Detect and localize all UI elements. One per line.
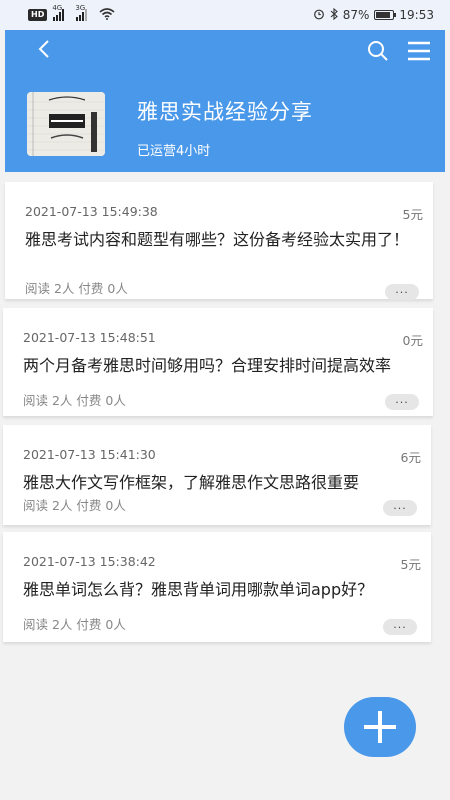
channel-header: 雅思实战经验分享 已运营4小时 xyxy=(5,30,445,172)
post-title: 雅思单词怎么背？雅思背单词用哪款单词app好？ xyxy=(23,580,374,599)
plus-icon xyxy=(364,711,396,743)
channel-cover-image xyxy=(27,92,105,156)
menu-button[interactable] xyxy=(405,38,433,64)
channel-name: 雅思实战经验分享 xyxy=(137,100,313,124)
more-options-button[interactable]: ··· xyxy=(383,619,417,635)
post-title: 两个月备考雅思时间够用吗？合理安排时间提高效率 xyxy=(23,356,392,375)
more-options-button[interactable]: ··· xyxy=(385,394,419,410)
post-meta: 阅读 2人 付费 0人 xyxy=(23,393,126,408)
clock: 19:53 xyxy=(399,8,434,22)
add-post-button[interactable] xyxy=(344,697,416,757)
post-time: 2021-07-13 15:41:30 xyxy=(23,447,156,462)
channel-running-time: 已运营4小时 xyxy=(137,144,211,159)
post-time: 2021-07-13 15:48:51 xyxy=(23,330,156,345)
more-options-button[interactable]: ··· xyxy=(385,284,419,300)
post-meta: 阅读 2人 付费 0人 xyxy=(25,281,128,296)
signal-icon: 4G xyxy=(52,4,65,21)
menu-icon xyxy=(408,41,430,61)
sim2-label: 3G xyxy=(75,4,86,12)
post-meta: 阅读 2人 付费 0人 xyxy=(23,617,126,632)
post-card[interactable]: 2021-07-13 15:38:42 5元 雅思单词怎么背？雅思背单词用哪款单… xyxy=(3,532,431,642)
bluetooth-icon xyxy=(330,7,338,23)
status-right: 87% 19:53 xyxy=(313,7,434,23)
status-bar: HD 4G 3G 87% 19:53 xyxy=(0,0,450,30)
sim1-label: 4G xyxy=(52,4,63,12)
battery-icon xyxy=(374,10,397,20)
search-icon xyxy=(368,41,388,61)
post-meta: 阅读 2人 付费 0人 xyxy=(23,498,126,513)
alarm-icon xyxy=(313,8,325,23)
more-options-button[interactable]: ··· xyxy=(383,500,417,516)
wifi-icon xyxy=(99,7,115,23)
signal-icon-2: 3G xyxy=(75,4,88,21)
back-button[interactable] xyxy=(29,34,59,64)
battery-percent: 87% xyxy=(342,8,370,22)
post-price: 0元 xyxy=(402,333,423,348)
post-title: 雅思大作文写作框架，了解雅思作文思路很重要 xyxy=(23,473,360,492)
post-card[interactable]: 2021-07-13 15:41:30 6元 雅思大作文写作框架，了解雅思作文思… xyxy=(3,425,431,525)
post-title: 雅思考试内容和题型有哪些？这份备考经验太实用了！ xyxy=(25,230,410,249)
post-card[interactable]: 2021-07-13 15:49:38 5元 雅思考试内容和题型有哪些？这份备考… xyxy=(5,182,433,300)
post-price: 5元 xyxy=(400,557,421,572)
hd-badge: HD xyxy=(28,9,48,21)
post-time: 2021-07-13 15:49:38 xyxy=(25,204,158,219)
search-button[interactable] xyxy=(365,38,391,64)
post-price: 5元 xyxy=(402,207,423,222)
battery-fill xyxy=(376,12,391,18)
post-price: 6元 xyxy=(400,450,421,465)
status-left: HD 4G 3G xyxy=(28,4,115,23)
post-card[interactable]: 2021-07-13 15:48:51 0元 两个月备考雅思时间够用吗？合理安排… xyxy=(3,308,433,416)
post-time: 2021-07-13 15:38:42 xyxy=(23,554,156,569)
back-icon xyxy=(38,40,49,58)
